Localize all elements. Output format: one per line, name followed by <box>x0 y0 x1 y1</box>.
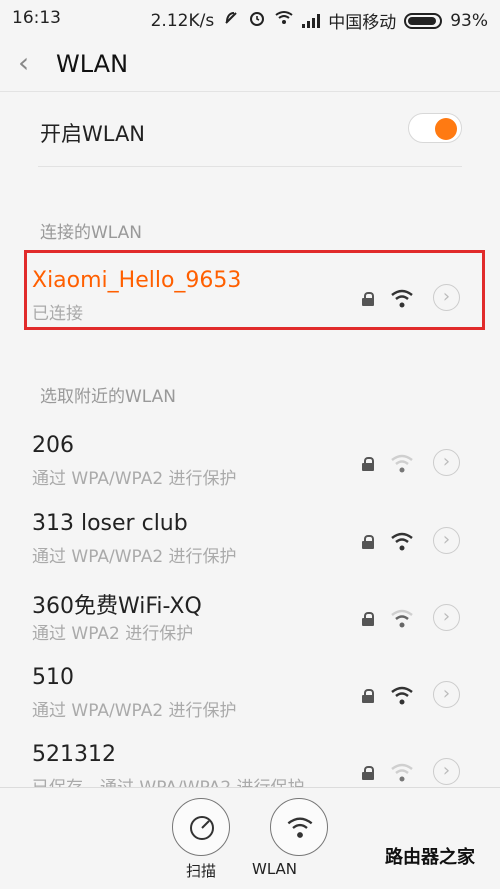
lock-icon <box>362 766 374 780</box>
wifi-icon <box>287 817 313 838</box>
connected-highlight <box>24 250 485 330</box>
battery-percent: 93% <box>450 10 488 31</box>
divider <box>38 166 462 167</box>
alarm-icon <box>248 9 266 32</box>
network-name: 521312 <box>32 742 116 767</box>
lock-icon <box>362 612 374 626</box>
wlan-toggle[interactable] <box>408 113 462 143</box>
network-security: 通过 WPA/WPA2 进行保护 <box>32 701 237 721</box>
wlan-label: WLAN <box>252 860 298 878</box>
battery-icon <box>404 12 443 29</box>
network-security: 通过 WPA/WPA2 进行保护 <box>32 547 237 567</box>
wifi-weak-icon <box>391 454 413 473</box>
network-info-button[interactable]: › <box>433 758 460 785</box>
network-name: 510 <box>32 665 74 690</box>
network-security: 通过 WPA2 进行保护 <box>32 624 194 644</box>
scan-label: 扫描 <box>186 862 217 880</box>
network-security: 通过 WPA/WPA2 进行保护 <box>32 469 237 489</box>
toggle-knob <box>435 118 457 140</box>
carrier-label: 中国移动 <box>328 13 397 33</box>
network-name: 360免费WiFi-XQ <box>32 594 202 619</box>
bottom-action-bar: 扫描 WLAN <box>0 787 500 889</box>
lock-icon <box>362 457 374 471</box>
network-row[interactable]: 206 通过 WPA/WPA2 进行保护 › <box>0 427 500 503</box>
network-name: 313 loser club <box>32 511 188 536</box>
network-speed: 2.12K/s <box>150 10 215 31</box>
wifi-strong-icon <box>391 532 413 551</box>
wlan-toggle-label: 开启WLAN <box>40 122 146 146</box>
network-row[interactable]: 313 loser club 通过 WPA/WPA2 进行保护 › <box>0 505 500 581</box>
wlan-settings-button[interactable] <box>270 798 328 856</box>
network-info-button[interactable]: › <box>433 604 460 631</box>
nearby-section-title: 选取附近的WLAN <box>40 387 177 407</box>
network-info-button[interactable]: › <box>433 449 460 476</box>
network-info-button[interactable]: › <box>433 527 460 554</box>
connected-section-title: 连接的WLAN <box>40 223 143 243</box>
wifi-strong-icon <box>391 686 413 705</box>
app-header: ‹ WLAN <box>0 36 500 92</box>
mute-icon <box>222 9 240 32</box>
wifi-weak-icon <box>391 763 413 782</box>
signal-icon <box>302 13 321 28</box>
page-title: WLAN <box>56 50 129 78</box>
lock-icon <box>362 689 374 703</box>
status-bar: 16:13 2.12K/s 中国移动 93% <box>0 0 500 36</box>
wifi-medium-icon <box>391 609 413 628</box>
chevron-left-icon: ‹ <box>18 46 30 79</box>
network-info-button[interactable]: › <box>433 681 460 708</box>
scan-button[interactable] <box>172 798 230 856</box>
back-button[interactable]: ‹ <box>18 48 48 78</box>
scan-icon <box>190 816 214 840</box>
status-right: 2.12K/s 中国移动 93% <box>150 8 488 34</box>
network-row[interactable]: 510 通过 WPA/WPA2 进行保护 › <box>0 659 500 735</box>
status-time: 16:13 <box>12 8 61 28</box>
wifi-status-icon <box>274 10 294 31</box>
watermark-text: 路由器之家 <box>385 847 475 868</box>
network-row[interactable]: 360免费WiFi-XQ 通过 WPA2 进行保护 › <box>0 582 500 658</box>
network-name: 206 <box>32 433 74 458</box>
lock-icon <box>362 535 374 549</box>
